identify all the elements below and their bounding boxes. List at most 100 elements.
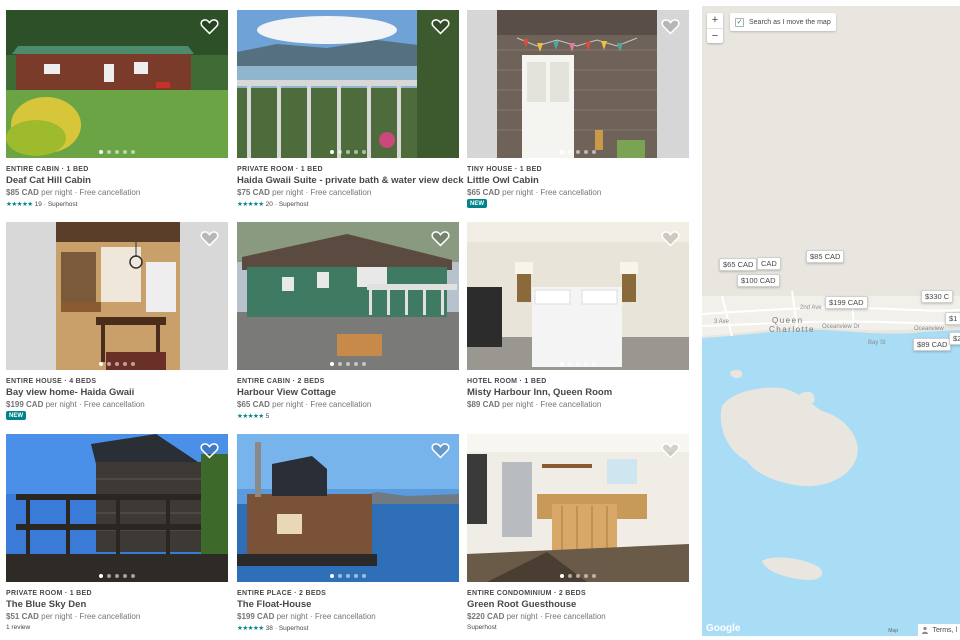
price-value: $65 CAD [467,188,500,197]
listing-card[interactable]: Entire cabin · 1 bed Deaf Cat Hill Cabin… [6,10,228,215]
heart-icon[interactable] [661,18,680,35]
listing-photo[interactable] [6,434,228,582]
listing-title[interactable]: Deaf Cat Hill Cabin [6,175,91,186]
listing-type: Private room · 1 bed [237,166,323,173]
listing-card[interactable]: Entire condominium · 2 beds Green Root G… [467,434,689,639]
map-price-pin[interactable]: CAD [757,257,781,270]
review-count: 5 [265,412,270,420]
listing-rating: ★★★★★ 5 [237,412,270,421]
town-label: Charlotte [769,325,815,334]
water-view-photo [237,10,459,158]
zoom-out-button[interactable]: − [707,28,723,43]
star-rating-icon: ★★★★★ [237,201,264,208]
price-terms: per night · Free cancellation [45,400,145,409]
price-terms: per night · Free cancellation [41,612,141,621]
price-value: $65 CAD [237,400,270,409]
heart-icon[interactable] [431,442,450,459]
town-label: Queen [772,316,804,325]
listing-card[interactable]: Entire cabin · 2 beds Harbour View Cotta… [237,222,459,427]
listing-price: $199 CAD per night · Free cancellation [237,612,376,621]
cottage-photo [237,222,459,370]
house-interior-photo [6,222,228,370]
map-canvas[interactable] [702,6,960,636]
listing-title[interactable]: The Float-House [237,599,311,610]
price-value: $199 CAD [237,612,275,621]
map-price-pin[interactable]: $65 CAD [719,258,758,271]
listing-type: Private room · 1 bed [6,590,92,597]
listing-title[interactable]: The Blue Sky Den [6,599,86,610]
listing-rating: ★★★★★ 38 · Superhost [237,624,309,633]
heart-icon[interactable] [431,18,450,35]
heart-icon[interactable] [661,230,680,247]
listing-photo[interactable] [237,222,459,370]
listing-title[interactable]: Bay view home- Haida Gwaii [6,387,134,398]
search-as-move-toggle[interactable]: ✓ Search as I move the map [730,13,836,31]
listing-title[interactable]: Haida Gwaii Suite - private bath & water… [237,175,464,186]
street-label: 2nd Ave [800,305,822,311]
price-terms: per night · Free cancellation [502,188,602,197]
listing-photo[interactable] [467,10,689,158]
listing-price: $85 CAD per night · Free cancellation [6,188,140,197]
heart-icon[interactable] [661,442,680,459]
photo-carousel-dots [467,362,689,366]
listing-photo[interactable] [6,222,228,370]
price-terms: per night · Free cancellation [506,612,606,621]
listing-card[interactable]: Entire place · 2 beds The Float-House $1… [237,434,459,639]
listing-type: Entire cabin · 1 bed [6,166,89,173]
map-panel[interactable]: + − ✓ Search as I move the map $65 CAD C… [702,6,960,636]
map-price-pin[interactable]: $85 CAD [806,250,845,263]
listing-photo[interactable] [237,434,459,582]
photo-carousel-dots [6,150,228,154]
price-terms: per night · Free cancellation [502,400,602,409]
checkbox-icon[interactable]: ✓ [735,17,744,27]
price-value: $75 CAD [237,188,270,197]
listing-card[interactable]: Private room · 1 bed The Blue Sky Den $5… [6,434,228,639]
listing-card[interactable]: Entire house · 4 beds Bay view home- Hai… [6,222,228,427]
price-terms: per night · Free cancellation [272,400,372,409]
price-value: $220 CAD [467,612,505,621]
map-price-pin[interactable]: $89 CAD [913,338,952,351]
listing-card[interactable]: Private room · 1 bed Haida Gwaii Suite -… [237,10,464,215]
map-price-pin[interactable]: $100 CAD [737,274,780,287]
listing-title[interactable]: Little Owl Cabin [467,175,539,186]
star-rating-icon: ★★★★★ [237,625,264,632]
listing-type: Entire condominium · 2 beds [467,590,586,597]
zoom-in-button[interactable]: + [707,13,723,28]
superhost-label: · Superhost [274,200,309,208]
listing-card[interactable]: Tiny house · 1 bed Little Owl Cabin $65 … [467,10,689,215]
map-data-label[interactable]: Map [888,628,898,634]
heart-icon[interactable] [200,18,219,35]
terms-link[interactable]: Terms, l [917,624,960,636]
tiny-house-photo [467,10,689,158]
listing-title[interactable]: Green Root Guesthouse [467,599,576,610]
listing-photo[interactable] [6,10,228,158]
photo-carousel-dots [6,574,228,578]
listing-price: $65 CAD per night · Free cancellation [467,188,601,197]
map-price-pin[interactable]: $199 CAD [825,296,868,309]
heart-icon[interactable] [200,442,219,459]
listing-card[interactable]: Hotel room · 1 bed Misty Harbour Inn, Qu… [467,222,689,427]
review-count: 20 [265,200,273,208]
street-label: 3 Ave [714,319,729,325]
listing-photo[interactable] [467,434,689,582]
listing-title[interactable]: Harbour View Cottage [237,387,336,398]
sky-den-photo [6,434,228,582]
star-rating-icon: ★★★★★ [237,413,264,420]
listing-grid: Entire cabin · 1 bed Deaf Cat Hill Cabin… [6,10,690,636]
map-price-pin[interactable]: $330 C [921,290,954,303]
person-icon [921,626,928,634]
heart-icon[interactable] [200,230,219,247]
listing-photo[interactable] [467,222,689,370]
listing-type: Entire house · 4 beds [6,378,97,385]
listing-title[interactable]: Misty Harbour Inn, Queen Room [467,387,612,398]
heart-icon[interactable] [431,230,450,247]
photo-carousel-dots [237,574,459,578]
listing-type: Entire place · 2 beds [237,590,327,597]
listing-host-status: Superhost [467,624,497,631]
superhost-label: Superhost [467,624,497,631]
map-price-pin[interactable]: $1 [945,312,960,325]
map-price-pin[interactable]: $2 [949,332,960,345]
superhost-label: · Superhost [274,624,309,632]
price-value: $51 CAD [6,612,39,621]
listing-photo[interactable] [237,10,459,158]
